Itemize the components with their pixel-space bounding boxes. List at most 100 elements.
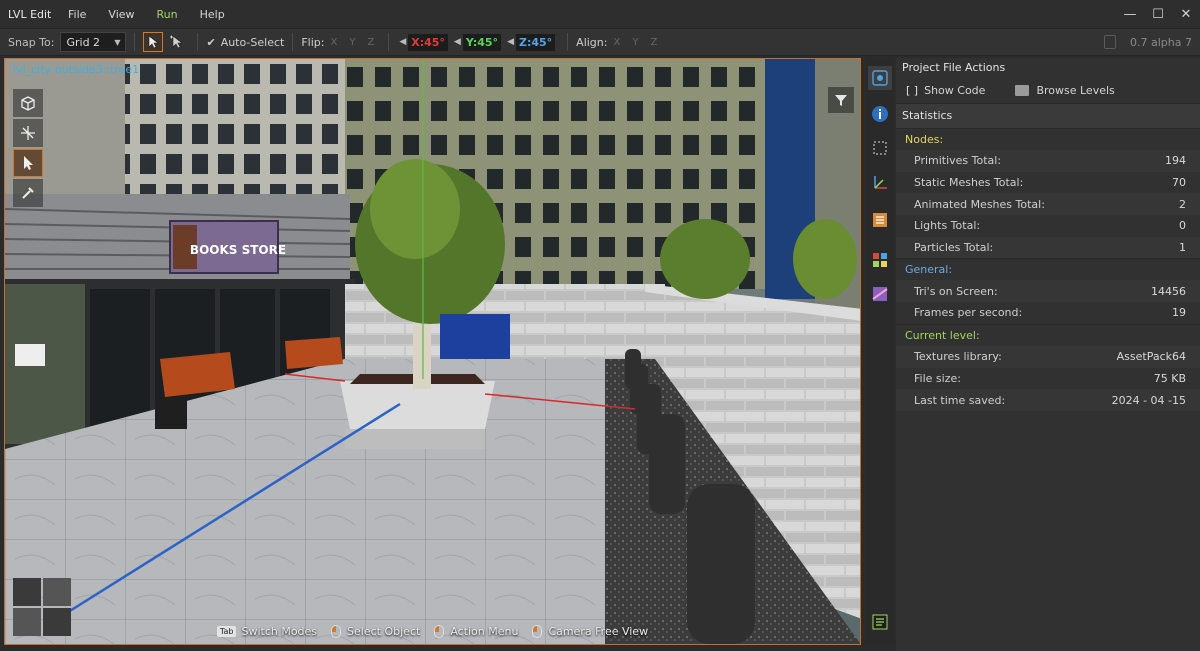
stat-value: 75 KB [1153,371,1186,385]
maximize-button[interactable]: ☐ [1144,7,1172,22]
show-code-label: Show Code [924,84,986,97]
rotate-z-control[interactable]: ◀ Z:45° [505,33,556,51]
cube-tool[interactable] [13,89,43,117]
tab-key-icon: Tab [216,625,237,637]
current-level-group: Current level: Textures library: AssetPac… [896,323,1200,411]
clipboard-icon[interactable] [1104,35,1117,49]
list-tab[interactable] [868,208,892,232]
stat-value: 70 [1172,176,1186,190]
transform-tool[interactable] [13,119,43,147]
separator [567,33,569,51]
mouse-left-icon [331,624,342,638]
eyedropper-tool[interactable] [13,179,43,207]
chevron-down-icon: ▼ [114,37,121,47]
info-tab[interactable] [868,102,892,126]
stat-label: Primitives Total: [914,154,1002,168]
menu-run[interactable]: Run [149,8,192,21]
menu-file[interactable]: File [60,8,100,21]
arrow-left-icon[interactable]: ◀ [454,37,461,47]
selection-tab[interactable] [868,136,892,160]
snap-select[interactable]: Grid 2 ▼ [60,32,127,52]
scene-render: BOOKS STORE [5,59,860,644]
rotate-y-value: Y:45° [462,33,502,51]
axes-tab[interactable] [868,170,892,194]
axes-icon [874,176,887,189]
store-sign-text: BOOKS STORE [190,243,286,257]
palette-tab[interactable] [868,248,892,272]
3d-viewport[interactable]: BOOKS STORE lvl_city-outside3::tree1 Tab… [4,58,861,645]
stat-value: 194 [1165,154,1186,168]
mouse-right-icon [434,624,445,638]
stat-row: File size: 75 KB [896,368,1200,390]
texture-icon [872,287,888,301]
statistics-header: Statistics [896,104,1200,128]
stat-label: Tri's on Screen: [914,284,998,298]
flip-z-button[interactable]: Z [367,37,374,48]
separator [134,33,136,51]
rotate-x-control[interactable]: ◀ X:45° [397,33,448,51]
control-hints: Tab Switch Modes Select Object Action Me… [5,618,860,644]
title-bar: LVL Edit File View Run Help — ☐ ✕ [0,0,1200,28]
app-name: LVL Edit [8,7,52,21]
hint-label: Select Object [347,624,421,638]
eyedropper-icon [22,187,34,199]
palette-grid-icon [873,253,887,267]
gear-icon [872,70,888,86]
select-multi-button[interactable] [166,32,186,52]
stat-value: 14456 [1151,284,1186,298]
align-z-button[interactable]: Z [650,37,657,48]
select-tool[interactable] [13,149,43,177]
console-tab[interactable] [868,610,892,634]
stat-row: Animated Meshes Total: 2 [896,193,1200,216]
texture-tab[interactable] [868,282,892,306]
minimap-cell[interactable] [13,578,41,606]
align-y-button[interactable]: Y [632,37,638,48]
align-label: Align: [576,35,608,49]
nodes-title: Nodes: [905,133,944,146]
flip-y-button[interactable]: Y [349,37,355,48]
select-tool-button[interactable] [143,32,164,52]
cursor-icon [24,156,33,170]
nodes-group: Nodes: Primitives Total: 194 Static Meshe… [896,128,1200,259]
close-button[interactable]: ✕ [1172,7,1200,22]
stat-row: Lights Total: 0 [896,215,1200,237]
console-icon [872,614,888,630]
info-icon [872,106,888,122]
arrow-left-icon[interactable]: ◀ [399,37,406,47]
stat-row: Static Meshes Total: 70 [896,172,1200,194]
panel-icon-strip [866,58,894,645]
minimize-button[interactable]: — [1116,7,1144,22]
stat-label: Last time saved: [914,393,1006,407]
filter-button[interactable] [828,87,854,113]
transform-axes-icon [21,126,35,140]
rotate-x-value: X:45° [408,33,448,51]
stat-value: 0 [1179,219,1186,233]
hint-select-object: Select Object [331,624,421,638]
hint-label: Switch Modes [241,624,318,638]
project-tab[interactable] [868,66,892,90]
minimap-cell[interactable] [43,578,71,606]
list-icon [873,213,887,227]
hint-camera-free-view: Camera Free View [532,624,648,638]
menu-view[interactable]: View [100,8,148,21]
arrow-left-icon[interactable]: ◀ [507,37,514,47]
show-code-button[interactable]: [ ] Show Code [906,84,985,97]
version-label: 0.7 alpha 7 [1130,35,1192,49]
cursor-icon [149,35,160,49]
align-x-button[interactable]: X [613,37,620,48]
rotate-y-control[interactable]: ◀ Y:45° [452,33,502,51]
stat-row: Textures library: AssetPack64 [896,345,1200,368]
browse-levels-button[interactable]: Browse Levels [1015,84,1115,97]
viewport-tools [13,89,43,209]
stat-row: Frames per second: 19 [896,302,1200,324]
check-icon: ✔ [206,35,216,49]
stat-label: Textures library: [914,350,1002,364]
filter-icon [835,95,847,106]
flip-x-button[interactable]: X [330,37,337,48]
cube-icon [21,96,35,111]
stat-value: 1 [1179,241,1186,255]
hint-action-menu: Action Menu [434,624,518,638]
folder-icon [1015,85,1030,96]
menu-help[interactable]: Help [192,8,239,21]
auto-select-toggle[interactable]: Auto-Select [221,36,285,49]
